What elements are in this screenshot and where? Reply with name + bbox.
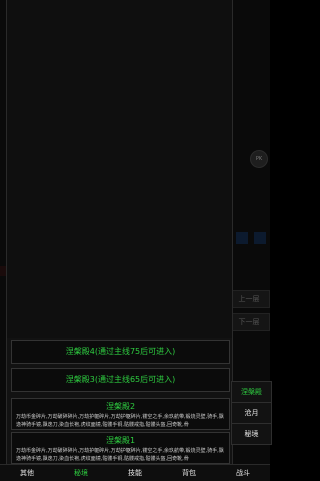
next-floor-button: 下一层 bbox=[228, 313, 270, 331]
dungeon-title: 涅槃殿3(通过主线65后可进入) bbox=[65, 375, 176, 384]
prev-floor-button: 上一层 bbox=[228, 290, 270, 308]
dungeon-item-1[interactable]: 涅槃殿1 万劫币金碎片,万劫破碎碎片,万劫护躯碎片,万劫护躯碎片,镂空之手,余玖… bbox=[11, 432, 230, 464]
dungeon-item-4[interactable]: 涅槃殿4(通过主线75后可进入) bbox=[11, 340, 230, 364]
tab-cangyue[interactable]: 沧月 bbox=[231, 402, 272, 424]
nav-mijing[interactable]: 秘境 bbox=[54, 465, 108, 481]
nav-other[interactable]: 其他 bbox=[0, 465, 54, 481]
nav-bag[interactable]: 背包 bbox=[162, 465, 216, 481]
dungeon-item-2[interactable]: 涅槃殿2 万劫币金碎片,万劫破碎碎片,万劫护躯碎片,万劫护躯碎片,镂空之手,余玖… bbox=[11, 398, 230, 430]
pk-badge-icon: PK bbox=[250, 150, 268, 168]
dungeon-item-3[interactable]: 涅槃殿3(通过主线65后可进入) bbox=[11, 368, 230, 392]
dungeon-title: 涅槃殿1 bbox=[105, 436, 136, 445]
tab-niepan[interactable]: 涅槃殿 bbox=[231, 381, 272, 403]
dungeon-drops: 万劫币金碎片,万劫破碎碎片,万劫护躯碎片,万劫护躯碎片,镂空之手,余玖航带,锻烧… bbox=[16, 448, 224, 462]
skill-slot-icon bbox=[254, 232, 266, 244]
nav-skills[interactable]: 技能 bbox=[108, 465, 162, 481]
nav-battle[interactable]: 战斗 bbox=[216, 465, 270, 481]
bottom-nav: 其他 秘境 技能 背包 战斗 bbox=[0, 464, 270, 481]
dungeon-drops: 万劫币金碎片,万劫破碎碎片,万劫护躯碎片,万劫护躯碎片,镂空之手,余玖航带,锻烧… bbox=[16, 414, 224, 428]
dungeon-panel: 涅槃殿4(通过主线75后可进入) 涅槃殿3(通过主线65后可进入) 涅槃殿2 万… bbox=[6, 0, 233, 464]
tab-mijing[interactable]: 秘境 bbox=[231, 423, 272, 445]
dungeon-title: 涅槃殿2 bbox=[105, 402, 136, 411]
skill-slot-icon bbox=[236, 232, 248, 244]
dungeon-title: 涅槃殿4(通过主线75后可进入) bbox=[65, 347, 176, 356]
panel-overlay bbox=[7, 0, 232, 338]
